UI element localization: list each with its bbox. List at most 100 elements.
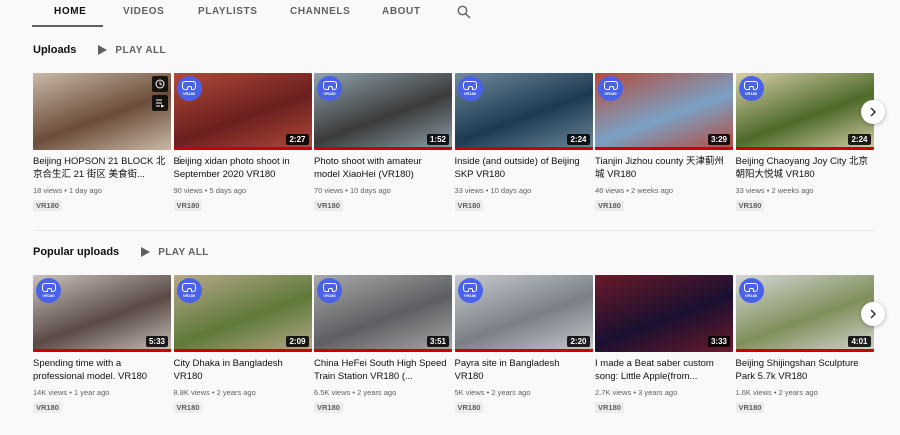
video-metadata: 14K views • 1 year ago [33,388,171,397]
video-duration: 2:20 [567,336,590,347]
video-title[interactable]: Beijing xidan photo shoot in September 2… [174,155,312,181]
section-header-popular: Popular uploads PLAY ALL [33,246,209,258]
video-thumbnail[interactable]: VR180 2:20 [454,275,593,352]
video-shelf-uploads: ⋮ Beijing HOPSON 21 BLOCK 北京合生汇 21 街区 美食街… [33,73,874,233]
tab-playlists[interactable]: PLAYLISTS [198,6,258,17]
vr180-badge: VR180 [33,402,62,413]
upload-age: 1 year ago [73,388,110,397]
meta-separator: • [67,388,74,397]
watch-progress-bar [454,349,593,352]
vr180-badge: VR180 [454,402,484,413]
video-shelf-popular: VR180 5:33 Spending time with a profession… [33,275,874,435]
video-card[interactable]: VR180 2:09 City Dhaka in Bangladesh VR180 8… [173,275,312,415]
play-icon [98,45,108,55]
video-thumbnail[interactable]: VR180 3:29 [595,73,733,150]
view-count: 5K views [454,388,485,397]
play-icon [141,247,151,257]
video-title[interactable]: China HeFei South High Speed Train Stati… [314,357,452,383]
watch-later-icon[interactable] [152,76,168,92]
vr180-badge: VR180 [454,200,484,211]
shelf-next-button[interactable] [861,100,885,124]
video-thumbnail[interactable]: VR180 2:09 [173,275,312,352]
watch-progress-bar [735,349,874,352]
video-thumbnail[interactable]: 3:33 [595,275,733,352]
video-title[interactable]: City Dhaka in Bangladesh VR180 [174,357,312,383]
video-thumbnail[interactable]: VR180 2:27 [173,73,312,150]
play-all-label: PLAY ALL [158,246,209,258]
video-thumbnail[interactable]: VR180 1:52 [314,73,452,150]
upload-age: 10 days ago [490,186,532,195]
play-all-button[interactable]: PLAY ALL [141,247,209,258]
video-thumbnail[interactable]: VR180 2:24 [454,73,593,150]
video-title[interactable]: Beijing HOPSON 21 BLOCK 北京合生汇 21 街区 美食街.… [33,155,171,181]
meta-separator: • [343,186,350,195]
vr180-badge: VR180 [33,200,62,211]
video-card[interactable]: VR180 2:24 Beijing Chaoyang Joy City 北京朝阳大… [735,73,874,213]
video-title[interactable]: Beijing Shijingshan Sculpture Park 5.7k … [736,357,874,383]
video-card[interactable]: VR180 5:33 Spending time with a profession… [33,275,171,415]
video-card[interactable]: VR180 2:20 Payra site in Bangladesh VR180 5… [454,275,593,415]
video-duration: 3:33 [707,336,730,347]
video-title[interactable]: Payra site in Bangladesh VR180 [455,357,593,383]
section-title[interactable]: Uploads [33,44,76,56]
video-card[interactable]: VR180 3:29 Tianjin Jizhou county 天津蓟州城 VR1… [595,73,733,213]
video-thumbnail[interactable]: VR180 4:01 [735,275,874,352]
active-tab-indicator [32,25,103,27]
vr180-badge: VR180 [735,402,765,413]
video-duration: 2:24 [567,134,590,145]
play-all-button[interactable]: PLAY ALL [98,45,166,56]
video-card[interactable]: VR180 4:01 Beijing Shijingshan Sculpture P… [735,275,874,415]
tab-about[interactable]: ABOUT [382,6,421,17]
tab-videos[interactable]: VIDEOS [123,6,164,17]
video-card[interactable]: ⋮ Beijing HOPSON 21 BLOCK 北京合生汇 21 街区 美食街… [33,73,185,213]
upload-age: 2 years ago [216,388,256,397]
upload-age: 5 days ago [209,186,247,195]
video-metadata: 2.7K views • 3 years ago [595,388,733,397]
video-card[interactable]: VR180 2:24 Inside (and outside) of Beijing… [454,73,593,213]
tab-channels[interactable]: CHANNELS [290,6,350,17]
view-count: 70 views [314,186,344,195]
video-card[interactable]: VR180 1:52 Photo shoot with amateur model … [314,73,452,213]
video-thumbnail[interactable]: VR180 5:33 [33,275,171,352]
tab-home[interactable]: HOME [54,6,86,17]
video-thumbnail[interactable] [33,73,171,150]
video-title[interactable]: Tianjin Jizhou county 天津蓟州城 VR180 [595,155,733,181]
video-duration: 4:01 [848,336,871,347]
meta-separator: • [62,186,69,195]
view-count: 8.8K views [173,388,210,397]
vr-goggles-icon: VR180 [317,278,342,303]
search-icon[interactable] [457,5,471,19]
add-to-queue-icon[interactable] [152,95,168,111]
watch-progress-bar [314,349,452,352]
video-duration: 2:24 [848,134,871,145]
video-title[interactable]: Beijing Chaoyang Joy City 北京朝阳大悦城 VR180 [736,155,874,181]
vr-goggles-icon: VR180 [457,76,483,101]
vr180-badge: VR180 [595,200,624,211]
meta-separator: • [624,186,631,195]
video-thumbnail[interactable]: VR180 2:24 [735,73,874,150]
video-metadata: 18 views • 1 day ago [33,186,171,195]
shelf-next-button[interactable] [861,302,885,326]
video-thumbnail[interactable]: VR180 3:51 [314,275,452,352]
view-count: 90 views [173,186,203,195]
video-duration: 3:29 [707,134,730,145]
chevron-right-icon [870,107,877,117]
vr-goggles-icon: VR180 [598,76,623,101]
video-title[interactable]: Inside (and outside) of Beijing SKP VR18… [455,155,593,181]
watch-progress-bar [173,147,312,150]
video-metadata: 33 views • 10 days ago [455,186,593,195]
meta-separator: • [771,388,779,397]
video-title[interactable]: Photo shoot with amateur model XiaoHei (… [314,155,452,181]
video-card[interactable]: VR180 3:51 China HeFei South High Speed Tr… [314,275,452,415]
watch-progress-bar [33,349,171,352]
video-title[interactable]: Spending time with a professional model.… [33,357,171,383]
video-card[interactable]: VR180 2:27 Beijing xidan photo shoot in Se… [173,73,312,213]
upload-age: 2 weeks ago [771,186,814,195]
chevron-right-icon [870,309,877,319]
video-card[interactable]: 3:33 I made a Beat saber custom song: Lit… [595,275,733,415]
vr180-badge: VR180 [173,200,203,211]
video-title[interactable]: I made a Beat saber custom song: Little … [595,357,733,383]
view-count: 46 views [595,186,625,195]
vr-goggles-icon: VR180 [738,278,764,303]
section-title[interactable]: Popular uploads [33,246,119,258]
